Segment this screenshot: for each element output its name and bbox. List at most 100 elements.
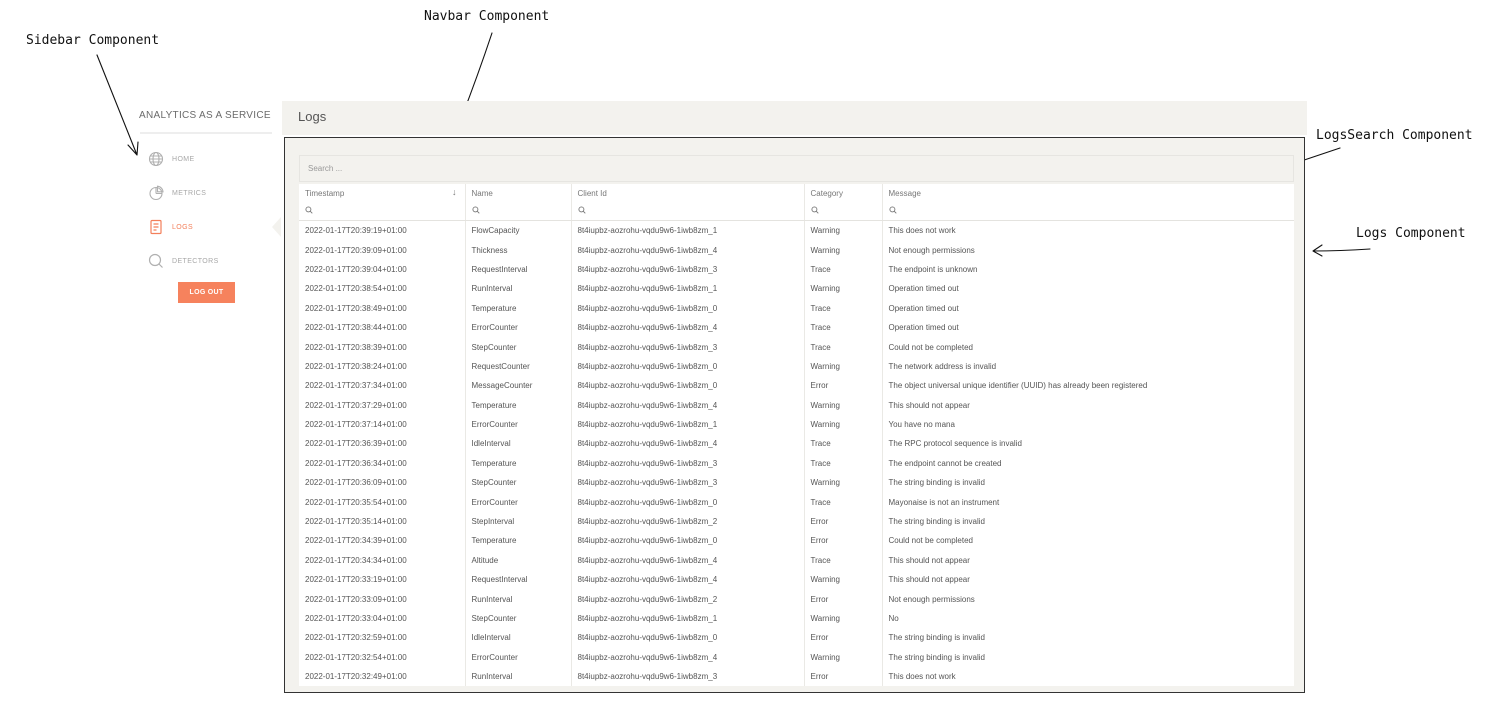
search-input[interactable] — [299, 155, 1294, 182]
filter-row — [299, 202, 1294, 221]
filter-timestamp[interactable] — [299, 202, 466, 221]
table-row[interactable]: 2022-01-17T20:38:54+01:00 RunInterval 8t4i… — [299, 279, 1294, 299]
table-row[interactable]: 2022-01-17T20:37:29+01:00 Temperature 8t4i… — [299, 395, 1294, 415]
table-row[interactable]: 2022-01-17T20:32:59+01:00 IdleInterval 8t4… — [299, 628, 1294, 648]
cell-category: Warning — [804, 356, 883, 377]
sidebar-item-home[interactable]: HOME — [148, 149, 278, 169]
table-row[interactable]: 2022-01-17T20:35:14+01:00 StepInterval 8t4… — [299, 511, 1294, 532]
filter-category[interactable] — [804, 202, 883, 221]
cell-category: Error — [804, 511, 883, 532]
cell-client-id: 8t4iupbz-aozrohu-vqdu9w6-1iwb8zm_1 — [571, 279, 805, 299]
column-header-client-id[interactable]: Client Id — [571, 184, 805, 202]
cell-message: This should not appear — [882, 550, 1294, 571]
column-header-name[interactable]: Name — [465, 184, 572, 202]
cell-message: Operation timed out — [882, 317, 1294, 338]
column-header-category[interactable]: Category — [804, 184, 883, 202]
cell-name: ErrorCounter — [465, 317, 572, 338]
table-row[interactable]: 2022-01-17T20:34:39+01:00 Temperature 8t4i… — [299, 531, 1294, 551]
logs-table-wrap: Timestamp ↓ Name Client Id Category Messa… — [299, 184, 1294, 687]
cell-client-id: 8t4iupbz-aozrohu-vqdu9w6-1iwb8zm_3 — [571, 453, 805, 474]
cell-client-id: 8t4iupbz-aozrohu-vqdu9w6-1iwb8zm_0 — [571, 376, 805, 396]
cell-timestamp: 2022-01-17T20:34:39+01:00 — [299, 531, 466, 551]
table-row[interactable]: 2022-01-17T20:38:49+01:00 Temperature 8t4i… — [299, 298, 1294, 318]
table-row[interactable]: 2022-01-17T20:39:09+01:00 Thickness 8t4iup… — [299, 240, 1294, 260]
magnifier-icon — [305, 206, 313, 214]
arrow-logs — [1312, 244, 1371, 257]
cell-category: Warning — [804, 395, 883, 415]
cell-message: Not enough permissions — [882, 240, 1294, 260]
column-header-timestamp[interactable]: Timestamp ↓ — [299, 184, 466, 202]
table-row[interactable]: 2022-01-17T20:33:09+01:00 RunInterval 8t4i… — [299, 589, 1294, 609]
table-row[interactable]: 2022-01-17T20:34:34+01:00 Altitude 8t4iupb… — [299, 550, 1294, 571]
cell-client-id: 8t4iupbz-aozrohu-vqdu9w6-1iwb8zm_3 — [571, 666, 805, 687]
logs-table: Timestamp ↓ Name Client Id Category Messa… — [299, 184, 1294, 687]
table-row[interactable]: 2022-01-17T20:32:54+01:00 ErrorCounter 8t4… — [299, 647, 1294, 667]
magnifier-icon — [888, 206, 897, 214]
cell-message: The endpoint is unknown — [882, 259, 1294, 280]
sidebar-item-detectors[interactable]: DETECTORS — [148, 251, 278, 271]
cell-name: RunInterval — [465, 279, 572, 299]
cell-timestamp: 2022-01-17T20:33:09+01:00 — [299, 589, 466, 609]
cell-name: ErrorCounter — [465, 414, 572, 435]
cell-category: Trace — [804, 317, 883, 338]
table-row[interactable]: 2022-01-17T20:36:09+01:00 StepCounter 8t4i… — [299, 473, 1294, 493]
cell-client-id: 8t4iupbz-aozrohu-vqdu9w6-1iwb8zm_0 — [571, 531, 805, 551]
cell-message: This does not work — [882, 220, 1294, 241]
table-row[interactable]: 2022-01-17T20:39:04+01:00 RequestInterval… — [299, 259, 1294, 280]
magnifier-icon — [577, 206, 586, 214]
sort-arrow-icon[interactable]: ↓ — [452, 187, 457, 197]
sidebar-item-metrics[interactable]: METRICS — [148, 183, 278, 203]
cell-message: The string binding is invalid — [882, 473, 1294, 493]
cell-name: IdleInterval — [465, 434, 572, 454]
annotation-logs-component: Logs Component — [1356, 226, 1466, 241]
cell-message: The string binding is invalid — [882, 628, 1294, 648]
cell-name: FlowCapacity — [465, 220, 572, 241]
cell-category: Warning — [804, 240, 883, 260]
filter-client-id[interactable] — [571, 202, 805, 221]
magnifier-icon — [810, 206, 819, 214]
column-header-message[interactable]: Message — [882, 184, 1294, 202]
cell-client-id: 8t4iupbz-aozrohu-vqdu9w6-1iwb8zm_0 — [571, 356, 805, 377]
sidebar-item-logs[interactable]: LOGS — [148, 217, 278, 237]
cell-client-id: 8t4iupbz-aozrohu-vqdu9w6-1iwb8zm_3 — [571, 337, 805, 357]
cell-name: RequestCounter — [465, 356, 572, 377]
cell-category: Warning — [804, 220, 883, 241]
filter-name[interactable] — [465, 202, 572, 221]
cell-message: Operation timed out — [882, 298, 1294, 318]
table-row[interactable]: 2022-01-17T20:37:34+01:00 MessageCounter 8… — [299, 376, 1294, 396]
cell-message: No — [882, 608, 1294, 629]
cell-category: Error — [804, 531, 883, 551]
cell-category: Trace — [804, 453, 883, 474]
search-icon — [148, 253, 164, 269]
cell-message: Operation timed out — [882, 279, 1294, 299]
active-indicator — [272, 217, 281, 237]
cell-client-id: 8t4iupbz-aozrohu-vqdu9w6-1iwb8zm_4 — [571, 395, 805, 415]
table-row[interactable]: 2022-01-17T20:38:24+01:00 RequestCounter 8… — [299, 356, 1294, 377]
cell-name: StepCounter — [465, 337, 572, 357]
table-row[interactable]: 2022-01-17T20:36:34+01:00 Temperature 8t4i… — [299, 453, 1294, 474]
cell-category: Warning — [804, 473, 883, 493]
cell-name: MessageCounter — [465, 376, 572, 396]
table-row[interactable]: 2022-01-17T20:39:19+01:00 FlowCapacity 8t4… — [299, 220, 1294, 241]
table-row[interactable]: 2022-01-17T20:38:44+01:00 ErrorCounter 8t4… — [299, 317, 1294, 338]
cell-message: This does not work — [882, 666, 1294, 687]
filter-message[interactable] — [882, 202, 1294, 221]
annotation-sidebar-component: Sidebar Component — [26, 33, 160, 48]
cell-client-id: 8t4iupbz-aozrohu-vqdu9w6-1iwb8zm_0 — [571, 628, 805, 648]
table-row[interactable]: 2022-01-17T20:37:14+01:00 ErrorCounter 8t4… — [299, 414, 1294, 435]
table-row[interactable]: 2022-01-17T20:38:39+01:00 StepCounter 8t4i… — [299, 337, 1294, 357]
cell-name: Temperature — [465, 395, 572, 415]
table-row[interactable]: 2022-01-17T20:32:49+01:00 RunInterval 8t4i… — [299, 666, 1294, 687]
table-row[interactable]: 2022-01-17T20:33:04+01:00 StepCounter 8t4i… — [299, 608, 1294, 629]
table-row[interactable]: 2022-01-17T20:36:39+01:00 IdleInterval 8t4… — [299, 434, 1294, 454]
cell-timestamp: 2022-01-17T20:33:19+01:00 — [299, 570, 466, 590]
sidebar-item-label: METRICS — [172, 189, 207, 197]
table-row[interactable]: 2022-01-17T20:33:19+01:00 RequestInterval… — [299, 570, 1294, 590]
cell-client-id: 8t4iupbz-aozrohu-vqdu9w6-1iwb8zm_1 — [571, 414, 805, 435]
cell-timestamp: 2022-01-17T20:39:09+01:00 — [299, 240, 466, 260]
cell-timestamp: 2022-01-17T20:37:29+01:00 — [299, 395, 466, 415]
cell-client-id: 8t4iupbz-aozrohu-vqdu9w6-1iwb8zm_4 — [571, 317, 805, 338]
logout-button[interactable]: LOG OUT — [178, 282, 235, 303]
globe-icon — [148, 151, 164, 167]
table-row[interactable]: 2022-01-17T20:35:54+01:00 ErrorCounter 8t4… — [299, 492, 1294, 512]
